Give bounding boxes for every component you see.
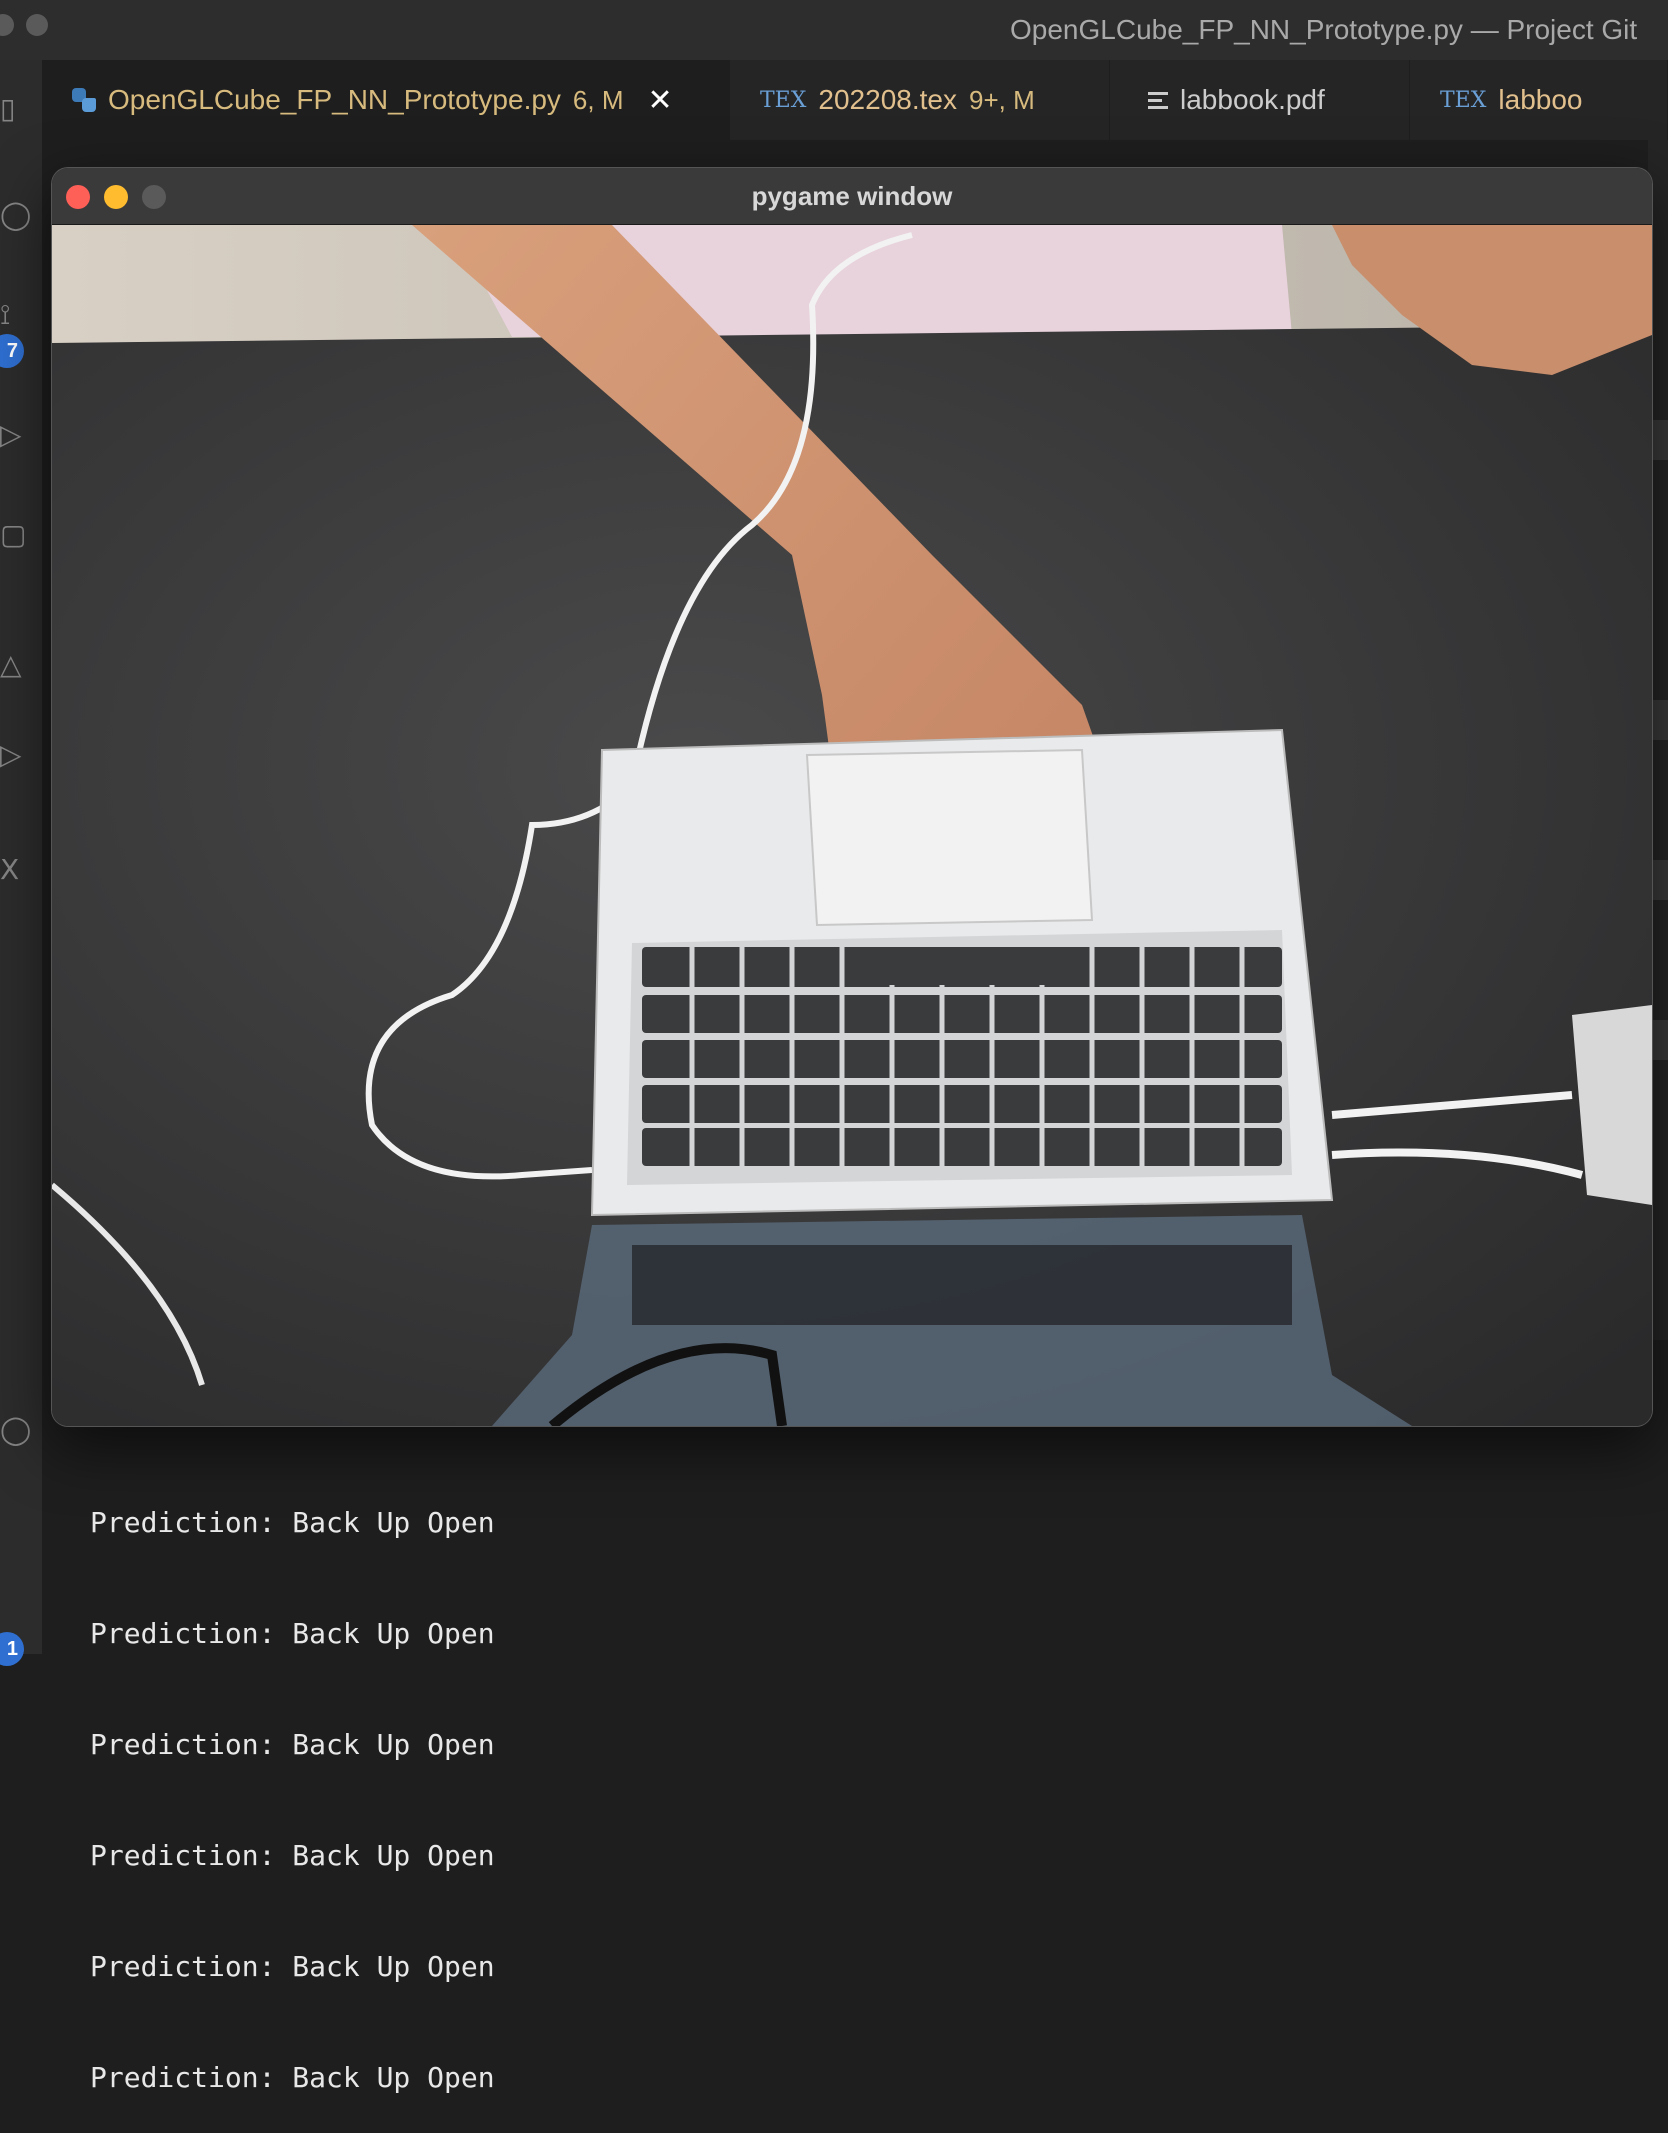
window-close-dot[interactable] <box>0 14 14 36</box>
tab-labbook-tex[interactable]: TEX labboo <box>1410 60 1668 140</box>
pygame-titlebar[interactable]: pygame window <box>52 168 1652 225</box>
tex-icon: TEX <box>1440 87 1487 113</box>
tex-icon: TEX <box>760 87 807 113</box>
terminal-line: Prediction: Back Up Open <box>90 1839 495 1872</box>
tab-202208-tex[interactable]: TEX 202208.tex 9+, M <box>730 60 1110 140</box>
editor-tabs: OpenGLCube_FP_NN_Prototype.py 6, M ✕ TEX… <box>42 60 1668 140</box>
terminal-line: Prediction: Back Up Open <box>90 2061 495 2094</box>
tab-status: 6, M <box>572 84 624 115</box>
extensions-icon[interactable]: ▢ <box>0 520 26 550</box>
explorer-icon[interactable]: ▯ <box>0 94 24 124</box>
tab-label: 202208.tex <box>818 84 957 115</box>
remote-icon[interactable]: ▷ <box>0 740 24 770</box>
account-icon[interactable]: ◯ <box>0 1415 31 1445</box>
terminal-line: Prediction: Back Up Open <box>90 1728 495 1761</box>
terminal-line: Prediction: Back Up Open <box>90 1950 495 1983</box>
title-bar: OpenGLCube_FP_NN_Prototype.py — Project … <box>0 0 1668 60</box>
tab-opengl-cube[interactable]: OpenGLCube_FP_NN_Prototype.py 6, M ✕ <box>42 60 730 140</box>
close-icon[interactable]: ✕ <box>648 83 673 118</box>
terminal-output: Prediction: Back Up Open Prediction: Bac… <box>90 1430 495 2133</box>
python-icon <box>72 88 96 112</box>
tab-label: labboo <box>1498 84 1583 115</box>
source-control-icon[interactable]: ⟟ <box>0 300 24 330</box>
settings-badge: 1 <box>0 1632 24 1666</box>
tab-label: labbook.pdf <box>1180 84 1325 115</box>
tab-status: 9+, M <box>968 84 1035 115</box>
source-control-badge: 7 <box>0 334 24 368</box>
tab-label: OpenGLCube_FP_NN_Prototype.py <box>108 84 561 115</box>
webcam-feed <box>52 225 1652 1426</box>
window-title: OpenGLCube_FP_NN_Prototype.py — Project … <box>1010 14 1638 45</box>
pygame-window[interactable]: pygame window <box>52 168 1652 1426</box>
window-minimize-dot[interactable] <box>26 14 48 36</box>
activity-bar: ▯ ◯ ⟟ 7 ▷ ▢ △ ▷ X ◯ 1 <box>0 60 42 1666</box>
terminal-line: Prediction: Back Up Open <box>90 1617 495 1650</box>
terminal-line: Prediction: Back Up Open <box>90 1506 495 1539</box>
search-icon[interactable]: ◯ <box>0 200 31 230</box>
lines-icon <box>1148 91 1168 109</box>
tex-icon[interactable]: X <box>0 855 24 885</box>
tab-labbook-pdf[interactable]: labbook.pdf <box>1110 60 1410 140</box>
webcam-image <box>52 225 1652 1426</box>
testing-icon[interactable]: △ <box>0 650 24 680</box>
run-debug-icon[interactable]: ▷ <box>0 420 24 450</box>
pygame-title: pygame window <box>751 181 953 211</box>
